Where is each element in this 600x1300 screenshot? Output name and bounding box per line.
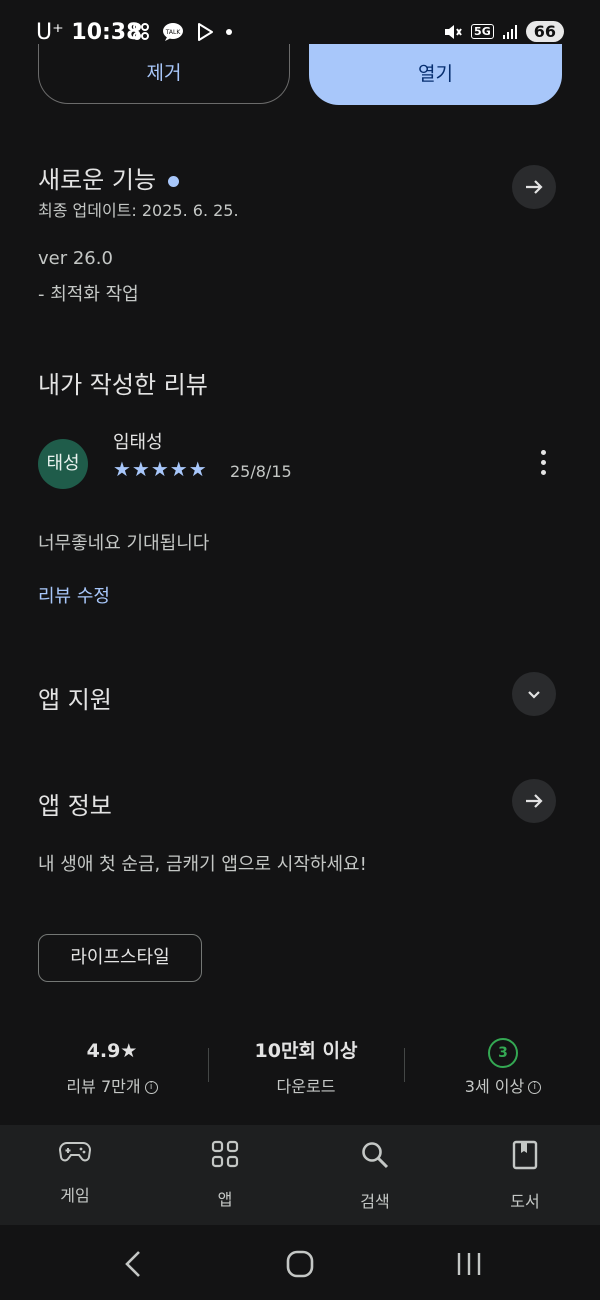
app-support-expand-button[interactable] — [512, 672, 556, 716]
edit-review-link[interactable]: 리뷰 수정 — [38, 582, 110, 608]
nav-item-games[interactable]: 게임 — [25, 1140, 125, 1206]
mute-icon — [445, 24, 462, 39]
age-rating-badge: 3 — [488, 1038, 518, 1068]
review-author: 임태성 — [113, 432, 163, 453]
whats-new-title: 새로운 기능 — [38, 166, 157, 194]
age-rating-stat[interactable]: 3 3세 이상 i — [408, 1037, 598, 1097]
review-date: 25/8/15 — [230, 462, 292, 481]
whats-new-arrow-button[interactable] — [512, 165, 556, 209]
category-chip[interactable]: 라이프스타일 — [38, 934, 202, 982]
downloads-value: 10만회 이상 — [254, 1040, 358, 1062]
gamepad-icon — [58, 1142, 92, 1162]
chevron-down-icon — [528, 691, 540, 699]
rating-stat[interactable]: 4.9★ 리뷰 7만개 i — [17, 1037, 207, 1097]
app-support-heading: 앱 지원 — [38, 686, 112, 714]
open-button[interactable]: 열기 — [309, 44, 562, 105]
apps-grid-icon — [211, 1140, 239, 1168]
nav-label-books: 도서 — [510, 1192, 540, 1211]
downloads-stat: 10만회 이상 다운로드 — [211, 1037, 401, 1097]
app-info-heading: 앱 정보 — [38, 792, 112, 820]
home-icon[interactable] — [286, 1250, 314, 1278]
whats-new-heading: 새로운 기능 — [38, 160, 180, 195]
network-type: 5G — [471, 24, 494, 39]
dot-icon — [226, 29, 232, 35]
recent-apps-icon[interactable] — [456, 1251, 482, 1277]
review-stars: ★★★★★ — [113, 457, 208, 481]
nav-label-search: 검색 — [360, 1192, 390, 1211]
avatar: 태성 — [38, 439, 88, 489]
carrier-label: U⁺ — [36, 20, 64, 45]
book-icon — [512, 1140, 538, 1170]
release-notes: - 최적화 작업 — [38, 284, 139, 305]
info-icon: i — [144, 1081, 158, 1094]
new-indicator-dot — [168, 175, 180, 187]
nav-label-games: 게임 — [60, 1186, 90, 1205]
divider — [404, 1048, 405, 1082]
review-count: 리뷰 7만개 — [66, 1077, 141, 1096]
svg-text:TALK: TALK — [165, 29, 182, 36]
back-icon[interactable] — [122, 1249, 144, 1279]
last-updated: 최종 업데이트: 2025. 6. 25. — [38, 201, 239, 220]
talk-icon: TALK — [163, 23, 183, 41]
info-icon: i — [528, 1081, 542, 1094]
status-time: U⁺ 10:38 — [36, 20, 141, 45]
app-info-arrow-button[interactable] — [512, 779, 556, 823]
nav-item-search[interactable]: 검색 — [325, 1140, 425, 1212]
my-review-heading: 내가 작성한 리뷰 — [38, 371, 208, 399]
clock: 10:38 — [71, 20, 142, 45]
nav-label-apps: 앱 — [217, 1190, 233, 1209]
age-rating-label: 3세 이상 — [464, 1077, 525, 1096]
search-icon — [362, 1142, 389, 1169]
nav-item-books[interactable]: 도서 — [475, 1140, 575, 1212]
signal-icon — [502, 24, 517, 39]
nav-item-apps[interactable]: 앱 — [175, 1140, 275, 1210]
app-description: 내 생애 첫 순금, 금캐기 앱으로 시작하세요! — [38, 854, 367, 875]
review-text: 너무좋네요 기대됩니다 — [38, 533, 210, 554]
remove-button[interactable]: 제거 — [38, 44, 290, 104]
notification-icons: TALK — [132, 22, 232, 42]
downloads-label: 다운로드 — [276, 1077, 336, 1096]
battery-indicator: 66 — [525, 21, 564, 42]
arrow-right-icon — [526, 180, 543, 194]
play-icon — [198, 23, 213, 41]
arrow-right-icon — [526, 794, 543, 808]
version-text: ver 26.0 — [38, 248, 113, 269]
divider — [208, 1048, 209, 1082]
more-options-icon[interactable] — [535, 450, 551, 480]
rating-value: 4.9★ — [86, 1040, 138, 1062]
status-right: 5G 66 — [443, 21, 564, 42]
app-icon — [133, 23, 149, 40]
system-navigation-bar — [0, 1225, 600, 1300]
